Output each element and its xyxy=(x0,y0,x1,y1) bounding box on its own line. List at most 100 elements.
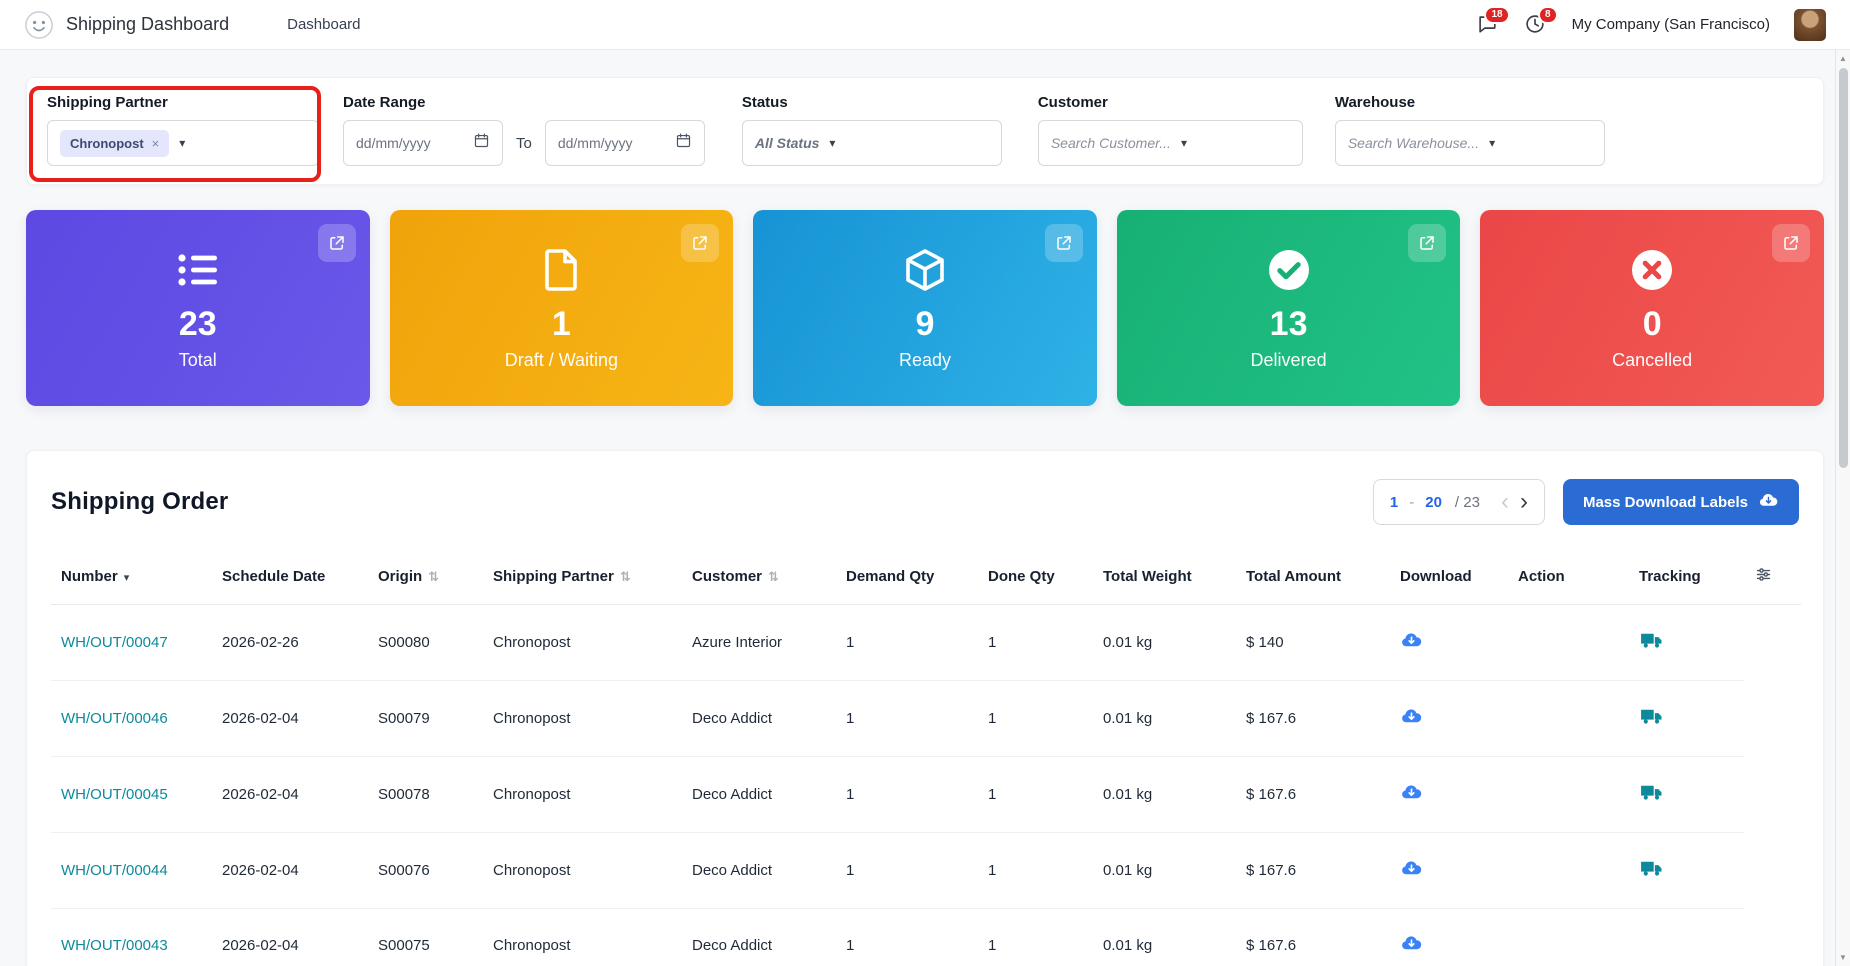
scroll-down-icon[interactable]: ▼ xyxy=(1836,949,1850,966)
open-external-icon[interactable] xyxy=(1772,224,1810,262)
filter-label: Shipping Partner xyxy=(47,94,319,111)
filter-label: Status xyxy=(742,94,1002,111)
column-header-customer[interactable]: Customer⇅ xyxy=(682,549,836,605)
download-label-icon[interactable] xyxy=(1400,932,1423,955)
date-separator: To xyxy=(516,135,532,152)
download-label-icon[interactable] xyxy=(1400,781,1423,804)
download-label-icon[interactable] xyxy=(1400,857,1423,880)
open-external-icon[interactable] xyxy=(1045,224,1083,262)
stat-card-draft-waiting[interactable]: 1Draft / Waiting xyxy=(390,210,734,406)
document-icon xyxy=(537,246,585,294)
cell-shipping-partner: Chronopost xyxy=(483,833,682,909)
cell-done-qty: 1 xyxy=(978,605,1093,681)
tag-label: Chronopost xyxy=(70,136,144,151)
cell-total-weight: 0.01 kg xyxy=(1093,833,1236,909)
table-row: WH/OUT/000442026-02-04S00076ChronopostDe… xyxy=(51,833,1801,909)
company-name[interactable]: My Company (San Francisco) xyxy=(1572,16,1770,33)
cell-schedule-date: 2026-02-26 xyxy=(212,605,368,681)
open-external-icon[interactable] xyxy=(681,224,719,262)
stat-card-ready[interactable]: 9Ready xyxy=(753,210,1097,406)
shipping-orders-section: Shipping Order 1 - 20 / 23 ‹ › Mass Down… xyxy=(26,450,1824,966)
tracking-truck-icon[interactable] xyxy=(1639,780,1664,805)
order-number-link[interactable]: WH/OUT/00046 xyxy=(61,710,168,727)
customer-placeholder: Search Customer... xyxy=(1051,135,1171,151)
column-header-done-qty: Done Qty xyxy=(978,549,1093,605)
chevron-down-icon: ▾ xyxy=(1489,136,1495,150)
column-options-icon[interactable] xyxy=(1744,549,1801,605)
orders-table: Number▾Schedule DateOrigin⇅Shipping Part… xyxy=(51,549,1801,966)
app-logo-icon[interactable] xyxy=(24,10,54,40)
cell-total-weight: 0.01 kg xyxy=(1093,757,1236,833)
cell-demand-qty: 1 xyxy=(836,757,978,833)
messages-badge: 18 xyxy=(1484,6,1509,24)
filter-date-range: Date Range dd/mm/yyyy To dd/mm/yyyy xyxy=(343,94,705,166)
cell-schedule-date: 2026-02-04 xyxy=(212,681,368,757)
cell-action xyxy=(1508,757,1629,833)
table-header-row: Number▾Schedule DateOrigin⇅Shipping Part… xyxy=(51,549,1801,605)
tracking-truck-icon[interactable] xyxy=(1639,856,1664,881)
cell-shipping-partner: Chronopost xyxy=(483,681,682,757)
cell-done-qty: 1 xyxy=(978,909,1093,966)
user-avatar[interactable] xyxy=(1794,9,1826,41)
date-to-placeholder: dd/mm/yyyy xyxy=(558,135,633,151)
chevron-down-icon: ▾ xyxy=(829,136,835,150)
cell-origin: S00080 xyxy=(368,605,483,681)
mass-download-labels-button[interactable]: Mass Download Labels xyxy=(1563,479,1799,525)
date-from-input[interactable]: dd/mm/yyyy xyxy=(343,120,503,166)
vertical-scrollbar[interactable]: ▲ ▼ xyxy=(1835,50,1850,966)
stat-card-delivered[interactable]: 13Delivered xyxy=(1117,210,1461,406)
tracking-truck-icon[interactable] xyxy=(1639,628,1664,653)
shipping-partner-select[interactable]: Chronopost × ▾ xyxy=(47,120,319,166)
menu-dashboard[interactable]: Dashboard xyxy=(287,16,360,33)
column-header-shipping-partner[interactable]: Shipping Partner⇅ xyxy=(483,549,682,605)
order-number-link[interactable]: WH/OUT/00047 xyxy=(61,634,168,651)
table-row: WH/OUT/000462026-02-04S00079ChronopostDe… xyxy=(51,681,1801,757)
filter-customer: Customer Search Customer... ▾ xyxy=(1038,94,1303,166)
filter-label: Date Range xyxy=(343,94,705,111)
status-select[interactable]: All Status ▾ xyxy=(742,120,1002,166)
cell-origin: S00079 xyxy=(368,681,483,757)
activities-icon[interactable]: 8 xyxy=(1524,13,1548,37)
cloud-download-icon xyxy=(1758,490,1779,515)
download-label-icon[interactable] xyxy=(1400,629,1423,652)
warehouse-search-input[interactable]: Search Warehouse... ▾ xyxy=(1335,120,1605,166)
remove-tag-icon[interactable]: × xyxy=(152,136,160,151)
stat-card-value: 1 xyxy=(552,307,571,341)
column-header-demand-qty: Demand Qty xyxy=(836,549,978,605)
activities-badge: 8 xyxy=(1538,6,1558,24)
next-page-icon[interactable]: › xyxy=(1520,490,1528,514)
cell-demand-qty: 1 xyxy=(836,833,978,909)
cell-action xyxy=(1508,909,1629,966)
navbar-systray: 18 8 My Company (San Francisco) xyxy=(1476,9,1826,41)
stat-card-value: 0 xyxy=(1643,307,1662,341)
open-external-icon[interactable] xyxy=(318,224,356,262)
column-header-origin[interactable]: Origin⇅ xyxy=(368,549,483,605)
pagination-end[interactable]: 20 xyxy=(1425,494,1442,511)
customer-search-input[interactable]: Search Customer... ▾ xyxy=(1038,120,1303,166)
page-content: Shipping Partner Chronopost × ▾ Date Ran… xyxy=(0,77,1850,966)
stat-card-cancelled[interactable]: 0Cancelled xyxy=(1480,210,1824,406)
column-header-total-amount: Total Amount xyxy=(1236,549,1390,605)
filter-shipping-partner: Shipping Partner Chronopost × ▾ xyxy=(47,94,319,166)
download-label-icon[interactable] xyxy=(1400,705,1423,728)
order-number-link[interactable]: WH/OUT/00044 xyxy=(61,862,168,879)
calendar-icon[interactable] xyxy=(675,132,692,154)
column-header-number[interactable]: Number▾ xyxy=(51,549,212,605)
cell-shipping-partner: Chronopost xyxy=(483,605,682,681)
scroll-up-icon[interactable]: ▲ xyxy=(1836,50,1850,67)
tracking-truck-icon[interactable] xyxy=(1639,704,1664,729)
pagination-start[interactable]: 1 xyxy=(1390,494,1398,511)
cell-total-amount: $ 167.6 xyxy=(1236,681,1390,757)
sort-icon: ⇅ xyxy=(620,569,631,584)
cell-done-qty: 1 xyxy=(978,681,1093,757)
order-number-link[interactable]: WH/OUT/00043 xyxy=(61,937,168,954)
mass-download-label: Mass Download Labels xyxy=(1583,494,1748,511)
scrollbar-thumb[interactable] xyxy=(1839,68,1848,468)
open-external-icon[interactable] xyxy=(1408,224,1446,262)
messages-icon[interactable]: 18 xyxy=(1476,13,1500,37)
stat-card-total[interactable]: 23Total xyxy=(26,210,370,406)
calendar-icon[interactable] xyxy=(473,132,490,154)
order-number-link[interactable]: WH/OUT/00045 xyxy=(61,786,168,803)
prev-page-icon[interactable]: ‹ xyxy=(1501,490,1509,514)
date-to-input[interactable]: dd/mm/yyyy xyxy=(545,120,705,166)
